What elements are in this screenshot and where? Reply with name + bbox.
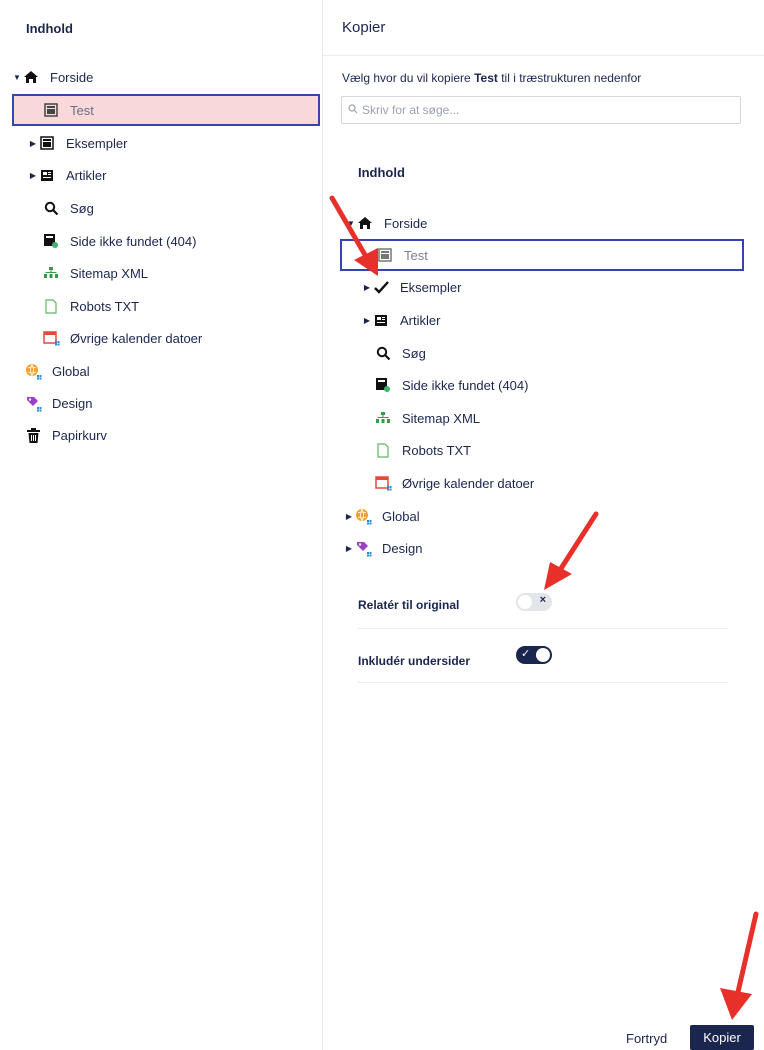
annotation-arrow-icon [329, 195, 378, 276]
instruction-item-name: Test [474, 71, 498, 85]
copy-submit-button[interactable]: Kopier [690, 1025, 754, 1050]
dialog-header-divider [323, 55, 764, 56]
expand-caret-icon[interactable]: ▶ [344, 512, 354, 521]
include-subpages-label: Inkludér undersider [358, 654, 471, 668]
include-subpages-toggle[interactable]: ✓ [516, 646, 552, 664]
tree-item-404[interactable]: Side ikke fundet (404) [42, 225, 196, 257]
dialog-tree-item-test: Test [340, 239, 744, 271]
tree-item-robots[interactable]: Robots TXT [42, 290, 139, 322]
tree-item-label: Design [52, 395, 93, 411]
tree-item-label: Artikler [400, 312, 441, 328]
tree-item-calendar[interactable]: Øvrige kalender datoer [42, 322, 202, 354]
tree-item-label: Test [404, 247, 428, 263]
dialog-tree-item-soeg[interactable]: Søg [374, 337, 426, 369]
panel-divider [322, 0, 323, 1050]
tree-item-label: Øvrige kalender datoer [402, 475, 535, 491]
dialog-tree-title: Indhold [358, 165, 405, 180]
trash-icon [24, 426, 42, 444]
expand-caret-icon[interactable]: ▶ [362, 316, 372, 325]
expand-caret-icon[interactable]: ▶ [28, 139, 38, 148]
sitemap-icon [374, 409, 392, 427]
dialog-tree-item-artikler[interactable]: ▶ Artikler [362, 304, 441, 336]
tree-item-sitemap[interactable]: Sitemap XML [42, 257, 148, 289]
tree-item-label: Eksempler [400, 279, 462, 295]
dialog-tree-item-404[interactable]: Side ikke fundet (404) [374, 369, 528, 401]
tree-item-label: Robots TXT [70, 298, 140, 314]
expand-caret-icon[interactable]: ▼ [12, 73, 22, 82]
tree-item-label: Øvrige kalender datoer [70, 330, 203, 346]
file-icon [374, 441, 392, 459]
search-input[interactable]: Skriv for at søge... [341, 96, 741, 124]
tree-item-label: Eksempler [66, 135, 128, 151]
tree-item-label: Robots TXT [402, 442, 472, 458]
search-icon [374, 344, 392, 362]
news-icon [372, 311, 390, 329]
tree-item-global[interactable]: Global [24, 355, 90, 387]
tree-item-label: Design [382, 540, 423, 556]
tree-item-eksempler[interactable]: ▶ Eksempler [28, 127, 128, 159]
tree-item-label: Forside [50, 69, 94, 85]
option-divider [358, 628, 728, 629]
tree-item-label: Global [382, 508, 420, 524]
dialog-tree-item-sitemap[interactable]: Sitemap XML [374, 402, 480, 434]
notfound-icon [374, 376, 392, 394]
tree-item-label: Sitemap XML [402, 410, 481, 426]
toggle-knob [518, 595, 532, 609]
tree-item-test[interactable]: Test [12, 94, 320, 126]
tree-item-forside[interactable]: ▼ Forside [12, 61, 93, 93]
cancel-button[interactable]: Fortryd [626, 1031, 667, 1046]
tree-item-label: Søg [70, 200, 94, 216]
tree-item-label: Sitemap XML [70, 265, 149, 281]
tree-item-soeg[interactable]: Søg [42, 192, 94, 224]
dialog-title: Kopier [342, 19, 386, 36]
home-icon [22, 68, 40, 86]
content-tree-panel: Indhold ▼ Forside Test ▶ Eksempler ▶ Art… [0, 0, 322, 1050]
news-icon [38, 166, 56, 184]
instruction-text: til i træstrukturen nedenfor [497, 71, 642, 85]
tree-item-label: Test [70, 102, 94, 118]
expand-caret-icon[interactable]: ▶ [28, 171, 38, 180]
notfound-icon [42, 232, 60, 250]
tree-item-label: Artikler [66, 167, 107, 183]
dialog-tree-item-calendar[interactable]: Øvrige kalender datoer [374, 467, 534, 499]
tree-item-label: Side ikke fundet (404) [402, 377, 529, 393]
globe-icon [354, 507, 372, 525]
instruction-text: Vælg hvor du vil kopiere [342, 71, 475, 85]
annotation-arrow-icon [720, 911, 759, 1020]
tree-item-label: Forside [384, 215, 428, 231]
content-tree-title: Indhold [26, 21, 73, 36]
design-icon [354, 539, 372, 557]
search-icon [42, 199, 60, 217]
tree-item-label: Global [52, 363, 90, 379]
tree-item-label: Side ikke fundet (404) [70, 233, 197, 249]
tree-item-label: Søg [402, 345, 426, 361]
option-divider [358, 682, 728, 683]
toggle-check-icon: ✓ [521, 648, 531, 660]
dialog-tree-item-global[interactable]: ▶ Global [344, 500, 420, 532]
search-placeholder: Skriv for at søge... [362, 103, 460, 117]
annotation-arrow-icon [544, 511, 599, 590]
page-icon [38, 134, 56, 152]
tree-item-label: Papirkurv [52, 427, 107, 443]
calendar-icon [374, 474, 392, 492]
relate-original-label: Relatér til original [358, 598, 460, 612]
globe-icon [24, 362, 42, 380]
expand-caret-icon[interactable]: ▶ [344, 544, 354, 553]
calendar-icon [42, 329, 60, 347]
toggle-knob [536, 648, 550, 662]
tree-item-design[interactable]: Design [24, 387, 92, 419]
page-icon [42, 101, 60, 119]
file-icon [42, 297, 60, 315]
dialog-tree-item-design[interactable]: ▶ Design [344, 532, 422, 564]
dialog-tree-item-robots[interactable]: Robots TXT [374, 434, 471, 466]
search-icon [348, 103, 358, 117]
dialog-instruction: Vælg hvor du vil kopiere Test til i træs… [342, 71, 641, 85]
design-icon [24, 394, 42, 412]
tree-item-papirkurv[interactable]: Papirkurv [24, 419, 107, 451]
sitemap-icon [42, 264, 60, 282]
tree-item-artikler[interactable]: ▶ Artikler [28, 159, 107, 191]
